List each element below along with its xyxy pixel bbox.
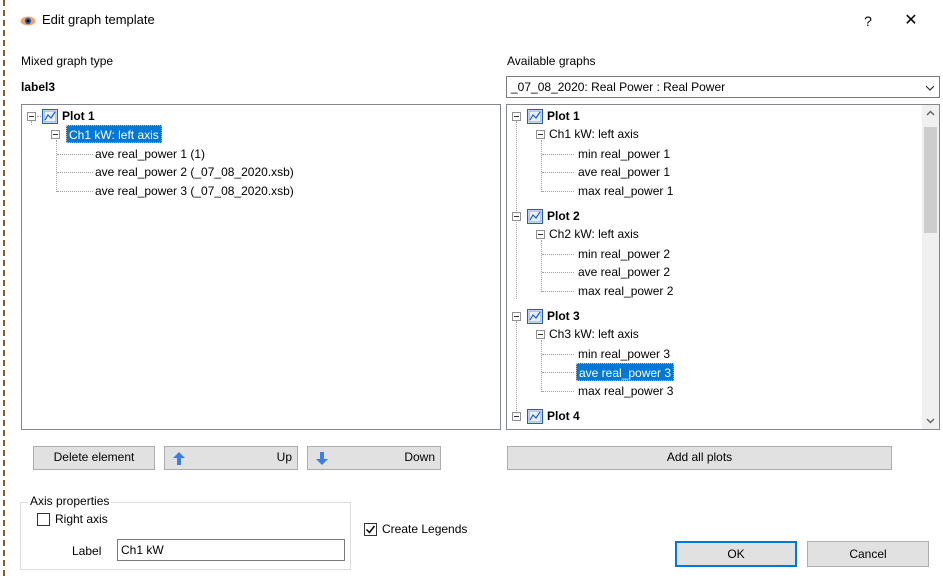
collapse-icon[interactable] <box>512 212 521 221</box>
up-button[interactable]: Up <box>164 446 298 470</box>
tree-scrollbar[interactable] <box>922 105 939 429</box>
tree-connector <box>542 372 574 373</box>
axis-label-input[interactable]: Ch1 kW <box>117 539 345 561</box>
scroll-up-icon[interactable] <box>922 105 939 122</box>
collapse-icon[interactable] <box>536 230 545 239</box>
edit-graph-template-dialog: Edit graph template ? ✕ Mixed graph type… <box>6 0 943 576</box>
collapse-icon[interactable] <box>536 130 545 139</box>
arrow-down-icon <box>316 452 328 465</box>
tree-connector <box>516 121 517 299</box>
tree-item[interactable]: min real_power 1 <box>578 145 670 163</box>
tree-item[interactable]: min real_power 3 <box>578 345 670 363</box>
checkmark-icon <box>365 525 376 534</box>
close-button[interactable]: ✕ <box>899 10 923 32</box>
tree-connector <box>31 121 32 125</box>
available-graphs-dropdown[interactable]: _07_08_2020: Real Power : Real Power <box>506 76 940 98</box>
ok-button[interactable]: OK <box>675 541 797 567</box>
tree-channel[interactable]: Ch3 kW: left axis <box>549 325 639 343</box>
tree-item[interactable]: max real_power 2 <box>578 282 673 300</box>
create-legends-label: Create Legends <box>382 522 468 536</box>
chevron-down-icon <box>926 85 934 91</box>
tree-plot-1[interactable]: Plot 1 <box>62 107 95 125</box>
tree-connector <box>542 191 574 192</box>
tree-connector <box>541 240 542 292</box>
scroll-down-icon[interactable] <box>922 412 939 429</box>
tree-plot-1[interactable]: Plot 1 <box>547 107 580 125</box>
plot-chart-icon <box>527 109 543 124</box>
tree-item[interactable]: ave real_power 2 <box>578 263 670 281</box>
label3-text: label3 <box>21 80 56 94</box>
help-button[interactable]: ? <box>856 10 880 32</box>
expand-icon[interactable] <box>512 412 521 421</box>
tree-connector <box>541 140 542 192</box>
tree-channel[interactable]: Ch1 kW: left axis <box>549 125 639 143</box>
scrollbar-thumb[interactable] <box>924 127 937 233</box>
tree-plot-3[interactable]: Plot 3 <box>547 307 580 325</box>
collapse-icon[interactable] <box>27 112 36 121</box>
tree-connector <box>542 354 574 355</box>
tree-channel[interactable]: Ch2 kW: left axis <box>549 225 639 243</box>
tree-connector <box>37 116 41 117</box>
mixed-graph-type-label: Mixed graph type <box>21 54 114 68</box>
tree-connector <box>542 172 574 173</box>
delete-element-button[interactable]: Delete element <box>33 446 155 470</box>
tree-connector <box>542 254 574 255</box>
dropdown-value: _07_08_2020: Real Power : Real Power <box>511 80 726 94</box>
right-axis-checkbox[interactable] <box>37 513 50 526</box>
tree-item[interactable]: max real_power 3 <box>578 382 673 400</box>
tree-plot-2[interactable]: Plot 2 <box>547 207 580 225</box>
right-axis-label: Right axis <box>55 512 108 526</box>
tree-connector <box>542 154 574 155</box>
tree-item[interactable]: ave real_power 1 (1) <box>95 145 205 163</box>
tree-connector <box>57 154 93 155</box>
plot-chart-icon <box>527 309 543 324</box>
plot-chart-icon <box>527 209 543 224</box>
plot-chart-icon <box>42 109 58 124</box>
tree-item[interactable]: ave real_power 2 (_07_08_2020.xsb) <box>95 163 294 181</box>
collapse-icon[interactable] <box>512 312 521 321</box>
eye-icon <box>20 16 36 26</box>
tree-connector <box>57 191 93 192</box>
tree-plot-4[interactable]: Plot 4 <box>547 407 580 425</box>
collapse-icon[interactable] <box>512 112 521 121</box>
collapse-icon[interactable] <box>51 130 60 139</box>
tree-channel-ch1-selected[interactable]: Ch1 kW: left axis <box>66 125 162 143</box>
add-all-plots-button[interactable]: Add all plots <box>507 446 892 470</box>
tree-item[interactable]: min real_power 2 <box>578 245 670 263</box>
down-button[interactable]: Down <box>307 446 441 470</box>
create-legends-checkbox[interactable] <box>364 523 377 536</box>
label-caption: Label <box>72 544 102 558</box>
tree-item[interactable]: ave real_power 1 <box>578 163 670 181</box>
tree-item[interactable]: ave real_power 3 (_07_08_2020.xsb) <box>95 182 294 200</box>
collapse-icon[interactable] <box>536 330 545 339</box>
tree-connector <box>57 172 93 173</box>
tree-item[interactable]: max real_power 1 <box>578 182 673 200</box>
plot-chart-icon <box>527 409 543 424</box>
down-button-label: Down <box>404 450 435 464</box>
background-window-edge <box>0 0 5 576</box>
axis-properties-title: Axis properties <box>28 494 112 508</box>
available-graphs-tree[interactable]: Plot 1 Ch1 kW: left axis min real_power … <box>506 104 940 430</box>
cancel-button[interactable]: Cancel <box>807 541 929 567</box>
window-title: Edit graph template <box>42 12 155 27</box>
title-bar: Edit graph template ? ✕ <box>6 0 943 44</box>
up-button-label: Up <box>276 450 292 464</box>
tree-connector <box>542 291 574 292</box>
mixed-graph-tree[interactable]: Plot 1 Ch1 kW: left axis ave real_power … <box>21 104 501 430</box>
tree-item-selected[interactable]: ave real_power 3 <box>576 363 675 381</box>
tree-connector <box>542 391 574 392</box>
tree-connector <box>56 140 57 192</box>
arrow-up-icon <box>173 452 185 465</box>
available-graphs-label: Available graphs <box>507 54 596 68</box>
tree-connector <box>516 321 517 411</box>
tree-connector <box>542 272 574 273</box>
tree-connector <box>541 340 542 392</box>
